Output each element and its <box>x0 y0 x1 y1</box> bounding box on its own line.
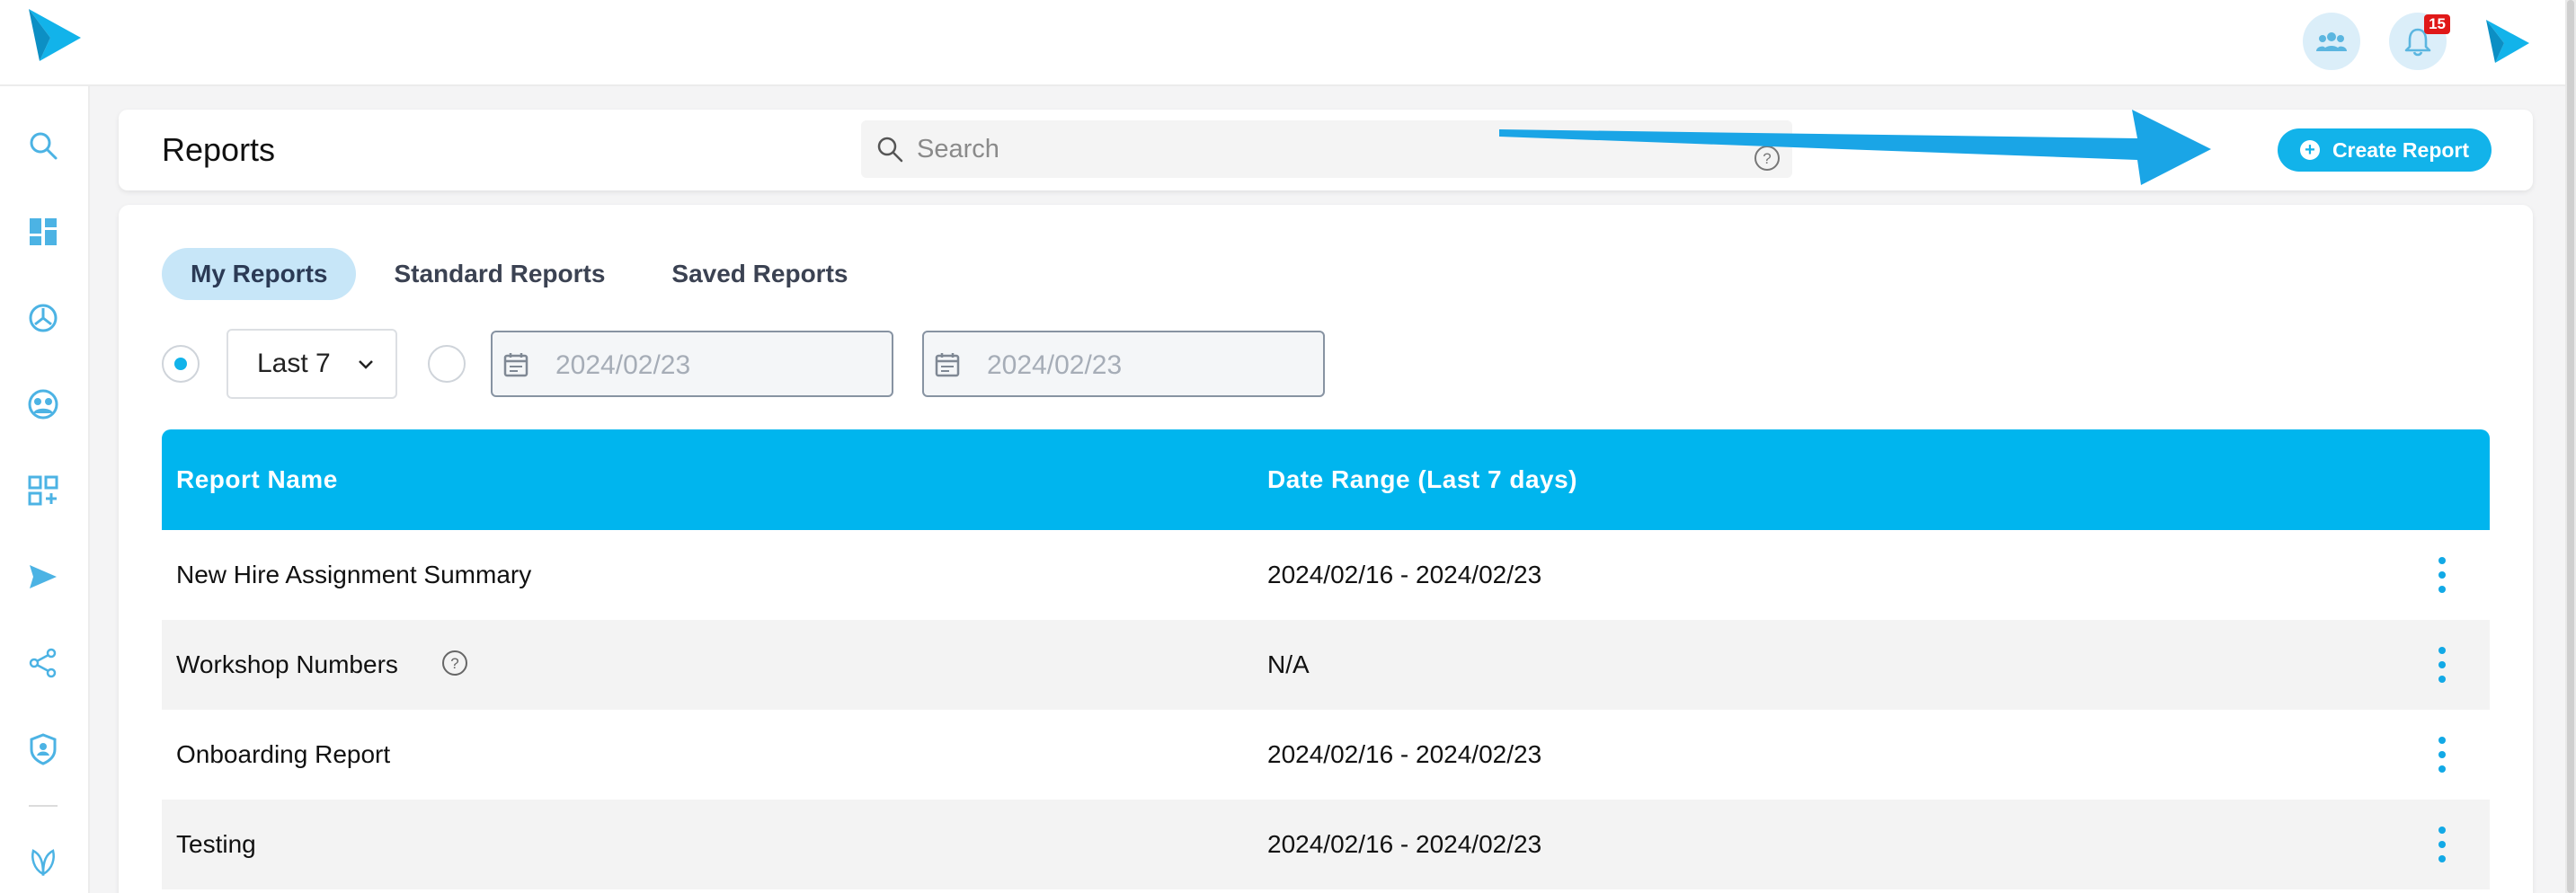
calendar-icon <box>503 353 529 377</box>
report-name-cell[interactable]: Onboarding Report <box>176 740 390 769</box>
end-date-field[interactable]: 2024/02/23 <box>922 331 1325 397</box>
row-menu-icon[interactable] <box>2436 827 2448 862</box>
preset-range-radio[interactable] <box>162 345 200 383</box>
create-report-button[interactable]: + Create Report <box>2278 128 2492 172</box>
send-icon <box>30 565 57 588</box>
tab-saved-reports[interactable]: Saved Reports <box>643 248 876 300</box>
table-body: New Hire Assignment Summary 2024/02/16 -… <box>162 530 2490 889</box>
notification-count-badge: 15 <box>2424 14 2450 34</box>
logo-icon[interactable] <box>25 7 84 66</box>
help-icon[interactable]: ? <box>440 649 469 677</box>
table-row[interactable]: New Hire Assignment Summary 2024/02/16 -… <box>162 530 2490 620</box>
apps-add-icon <box>28 475 58 506</box>
team-button[interactable] <box>2303 13 2360 70</box>
plus-circle-icon: + <box>2299 140 2320 160</box>
tab-standard-reports[interactable]: Standard Reports <box>365 248 634 300</box>
annotation-arrow <box>1499 110 2211 185</box>
page-title: Reports <box>162 131 276 168</box>
dashboard-icon <box>30 218 57 245</box>
end-date-value: 2024/02/23 <box>987 350 1123 380</box>
notifications-button[interactable]: 15 <box>2389 13 2450 70</box>
row-menu-icon[interactable] <box>2436 557 2448 593</box>
chevron-down-icon <box>359 360 373 369</box>
create-report-label: Create Report <box>2332 137 2470 162</box>
date-range-cell: 2024/02/16 - 2024/02/23 <box>1267 561 1542 588</box>
profile-logo-icon[interactable] <box>2483 16 2533 66</box>
sidebar-share[interactable] <box>23 643 63 683</box>
reports-table: Report Name Date Range (Last 7 days) New… <box>162 429 2490 889</box>
svg-text:?: ? <box>450 655 458 672</box>
date-range-cell: N/A <box>1267 650 1310 678</box>
start-date-value: 2024/02/23 <box>555 350 691 380</box>
leaf-icon <box>31 849 55 877</box>
column-header-date-range[interactable]: Date Range (Last 7 days) <box>1267 465 1577 494</box>
sidebar-apps[interactable] <box>23 471 63 510</box>
report-tabs: My Reports Standard Reports Saved Report… <box>162 248 876 300</box>
calendar-icon <box>935 353 960 377</box>
sidebar <box>0 86 90 893</box>
table-row[interactable]: Workshop Numbers ? N/A <box>162 620 2490 710</box>
row-menu-icon[interactable] <box>2436 647 2448 683</box>
sidebar-dashboard[interactable] <box>23 212 63 252</box>
top-bar: 15 <box>0 0 2576 86</box>
report-name-cell[interactable]: Workshop Numbers <box>176 650 398 679</box>
preset-range-value: Last 7 <box>257 349 331 378</box>
share-icon <box>29 648 57 678</box>
dial-icon <box>29 304 58 332</box>
table-row[interactable]: Onboarding Report 2024/02/16 - 2024/02/2… <box>162 710 2490 800</box>
reports-content: My Reports Standard Reports Saved Report… <box>119 205 2533 893</box>
search-icon <box>30 132 58 160</box>
column-header-report-name[interactable]: Report Name <box>176 465 338 494</box>
table-header: Report Name Date Range (Last 7 days) <box>162 429 2490 530</box>
sidebar-search[interactable] <box>23 126 63 165</box>
sidebar-divider <box>29 805 58 807</box>
users-icon <box>2316 32 2347 51</box>
sidebar-security[interactable] <box>23 729 63 769</box>
preset-range-select[interactable]: Last 7 <box>227 329 397 399</box>
table-row[interactable]: Testing 2024/02/16 - 2024/02/23 <box>162 800 2490 889</box>
date-range-cell: 2024/02/16 - 2024/02/23 <box>1267 740 1542 768</box>
page-scrollbar[interactable] <box>2565 0 2576 893</box>
sidebar-send[interactable] <box>23 557 63 597</box>
custom-range-radio[interactable] <box>428 345 466 383</box>
tab-my-reports[interactable]: My Reports <box>162 248 357 300</box>
report-name-cell[interactable]: Testing <box>176 830 256 859</box>
people-icon <box>28 389 58 420</box>
start-date-field[interactable]: 2024/02/23 <box>491 331 893 397</box>
row-menu-icon[interactable] <box>2436 737 2448 773</box>
sidebar-leaf[interactable] <box>23 841 63 880</box>
report-name-cell[interactable]: New Hire Assignment Summary <box>176 561 531 589</box>
date-range-cell: 2024/02/16 - 2024/02/23 <box>1267 830 1542 858</box>
shield-user-icon <box>30 733 57 765</box>
sidebar-people[interactable] <box>23 385 63 424</box>
sidebar-dial[interactable] <box>23 298 63 338</box>
search-icon <box>877 137 903 163</box>
